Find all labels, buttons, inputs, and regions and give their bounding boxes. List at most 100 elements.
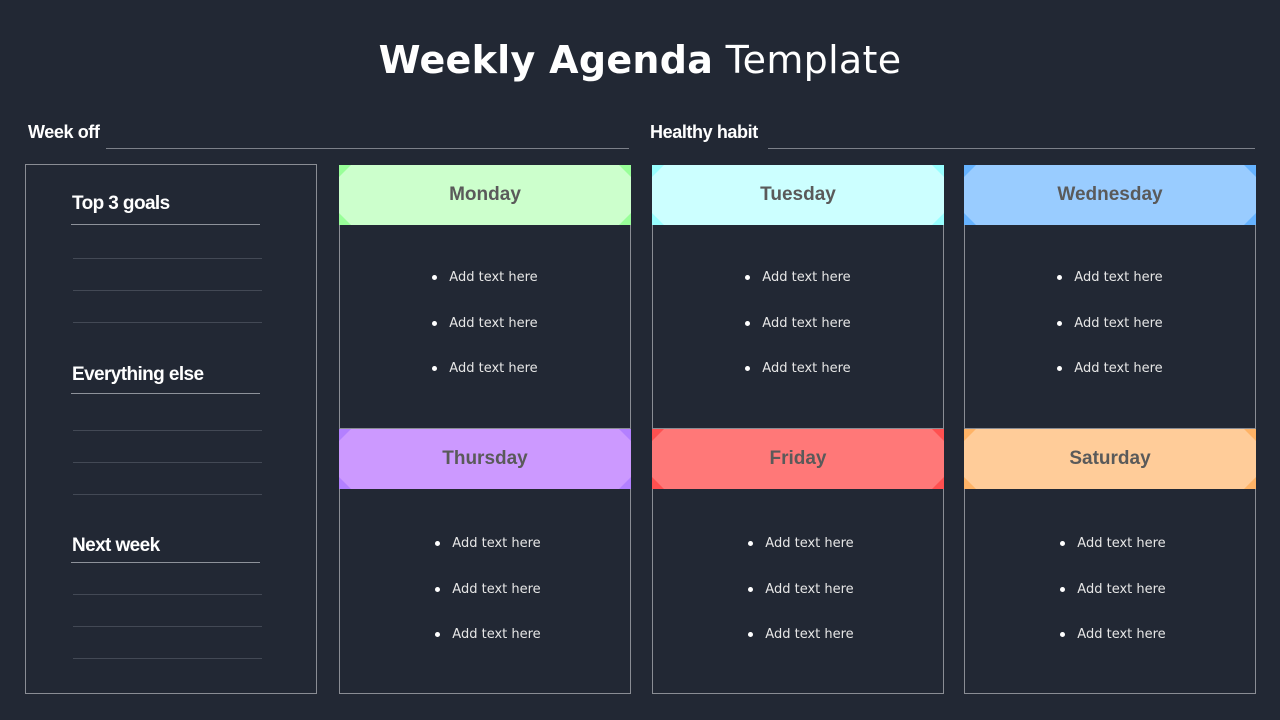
agenda-item-text: Add text here bbox=[449, 361, 538, 376]
day-name: Saturday bbox=[1069, 448, 1151, 469]
bullet-icon bbox=[432, 366, 438, 371]
everything-else-line[interactable] bbox=[73, 494, 262, 495]
agenda-item-text: Add text here bbox=[1074, 361, 1163, 376]
agenda-item-text: Add text here bbox=[762, 316, 851, 331]
bullet-icon bbox=[745, 366, 751, 371]
agenda-item[interactable]: Add text here bbox=[968, 627, 1258, 642]
corner-accent-icon bbox=[964, 213, 976, 225]
next-week-line[interactable] bbox=[73, 658, 262, 659]
agenda-item-text: Add text here bbox=[765, 536, 854, 551]
week-off-rule bbox=[106, 148, 629, 149]
agenda-item-text: Add text here bbox=[1077, 627, 1166, 642]
agenda-item[interactable]: Add text here bbox=[340, 270, 630, 285]
left-panel: Top 3 goals Everything else Next week bbox=[25, 164, 317, 694]
corner-accent-icon bbox=[339, 429, 351, 441]
agenda-item[interactable]: Add text here bbox=[656, 582, 946, 597]
bullet-icon bbox=[1060, 541, 1066, 546]
corner-accent-icon bbox=[932, 477, 944, 489]
agenda-item-text: Add text here bbox=[762, 270, 851, 285]
healthy-habit-rule bbox=[768, 148, 1255, 149]
corner-accent-icon bbox=[619, 165, 631, 177]
agenda-item-text: Add text here bbox=[449, 316, 538, 331]
agenda-item-text: Add text here bbox=[1077, 582, 1166, 597]
next-week-heading: Next week bbox=[72, 535, 160, 556]
bullet-icon bbox=[1060, 587, 1066, 592]
week-off-label: Week off bbox=[28, 122, 100, 142]
everything-else-line[interactable] bbox=[73, 462, 262, 463]
agenda-item[interactable]: Add text here bbox=[656, 536, 946, 551]
corner-accent-icon bbox=[339, 213, 351, 225]
title-bold: Weekly Agenda bbox=[378, 38, 714, 82]
day-name: Monday bbox=[449, 184, 521, 205]
day-card-wednesday: Wednesday Add text here Add text here Add t… bbox=[964, 165, 1256, 429]
everything-else-rule bbox=[71, 393, 260, 394]
goal-line[interactable] bbox=[73, 322, 262, 323]
bullet-icon bbox=[745, 321, 751, 326]
next-week-line[interactable] bbox=[73, 626, 262, 627]
agenda-item[interactable]: Add text here bbox=[340, 316, 630, 331]
agenda-item-text: Add text here bbox=[1077, 536, 1166, 551]
title-light: Template bbox=[725, 38, 902, 82]
agenda-item[interactable]: Add text here bbox=[965, 316, 1255, 331]
next-week-line[interactable] bbox=[73, 594, 262, 595]
day-header-thursday: Thursday bbox=[339, 429, 631, 489]
day-name: Thursday bbox=[442, 448, 528, 469]
day-header-tuesday: Tuesday bbox=[652, 165, 944, 225]
agenda-item[interactable]: Add text here bbox=[343, 536, 633, 551]
everything-else-line[interactable] bbox=[73, 430, 262, 431]
agenda-item[interactable]: Add text here bbox=[653, 316, 943, 331]
corner-accent-icon bbox=[932, 213, 944, 225]
day-name: Friday bbox=[769, 448, 827, 469]
agenda-item[interactable]: Add text here bbox=[653, 361, 943, 376]
bullet-icon bbox=[748, 632, 754, 637]
corner-accent-icon bbox=[1244, 477, 1256, 489]
bullet-icon bbox=[1057, 366, 1063, 371]
agenda-item-text: Add text here bbox=[452, 536, 541, 551]
healthy-habit-label: Healthy habit bbox=[650, 122, 758, 142]
day-card-monday: Monday Add text here Add text here Add text… bbox=[339, 165, 631, 429]
bullet-icon bbox=[1057, 275, 1063, 280]
next-week-rule bbox=[71, 562, 260, 563]
day-header-monday: Monday bbox=[339, 165, 631, 225]
agenda-item-text: Add text here bbox=[765, 582, 854, 597]
goal-line[interactable] bbox=[73, 290, 262, 291]
bullet-icon bbox=[748, 541, 754, 546]
day-card-tuesday: Tuesday Add text here Add text here Add tex… bbox=[652, 165, 944, 429]
agenda-item[interactable]: Add text here bbox=[968, 582, 1258, 597]
corner-accent-icon bbox=[339, 477, 351, 489]
agenda-item[interactable]: Add text here bbox=[968, 536, 1258, 551]
corner-accent-icon bbox=[652, 165, 664, 177]
top-goals-heading: Top 3 goals bbox=[72, 193, 170, 214]
everything-else-heading: Everything else bbox=[72, 364, 204, 385]
agenda-item[interactable]: Add text here bbox=[343, 582, 633, 597]
goal-line[interactable] bbox=[73, 258, 262, 259]
day-name: Tuesday bbox=[760, 184, 836, 205]
bullet-icon bbox=[435, 587, 441, 592]
agenda-item[interactable]: Add text here bbox=[965, 361, 1255, 376]
corner-accent-icon bbox=[619, 477, 631, 489]
agenda-item-text: Add text here bbox=[449, 270, 538, 285]
day-name: Wednesday bbox=[1057, 184, 1163, 205]
agenda-item-text: Add text here bbox=[765, 627, 854, 642]
day-header-saturday: Saturday bbox=[964, 429, 1256, 489]
corner-accent-icon bbox=[619, 429, 631, 441]
agenda-item[interactable]: Add text here bbox=[653, 270, 943, 285]
bullet-icon bbox=[745, 275, 751, 280]
bullet-icon bbox=[435, 632, 441, 637]
day-card-thursday: Thursday Add text here Add text here Add te… bbox=[339, 429, 631, 694]
corner-accent-icon bbox=[652, 213, 664, 225]
agenda-item[interactable]: Add text here bbox=[343, 627, 633, 642]
bullet-icon bbox=[1057, 321, 1063, 326]
corner-accent-icon bbox=[339, 165, 351, 177]
corner-accent-icon bbox=[932, 429, 944, 441]
agenda-item-text: Add text here bbox=[1074, 316, 1163, 331]
agenda-item[interactable]: Add text here bbox=[340, 361, 630, 376]
page-title: Weekly Agenda Template bbox=[0, 38, 1280, 82]
agenda-item[interactable]: Add text here bbox=[965, 270, 1255, 285]
agenda-item[interactable]: Add text here bbox=[656, 627, 946, 642]
corner-accent-icon bbox=[964, 429, 976, 441]
corner-accent-icon bbox=[964, 165, 976, 177]
bullet-icon bbox=[432, 321, 438, 326]
bullet-icon bbox=[1060, 632, 1066, 637]
day-card-friday: Friday Add text here Add text here Add text… bbox=[652, 429, 944, 694]
